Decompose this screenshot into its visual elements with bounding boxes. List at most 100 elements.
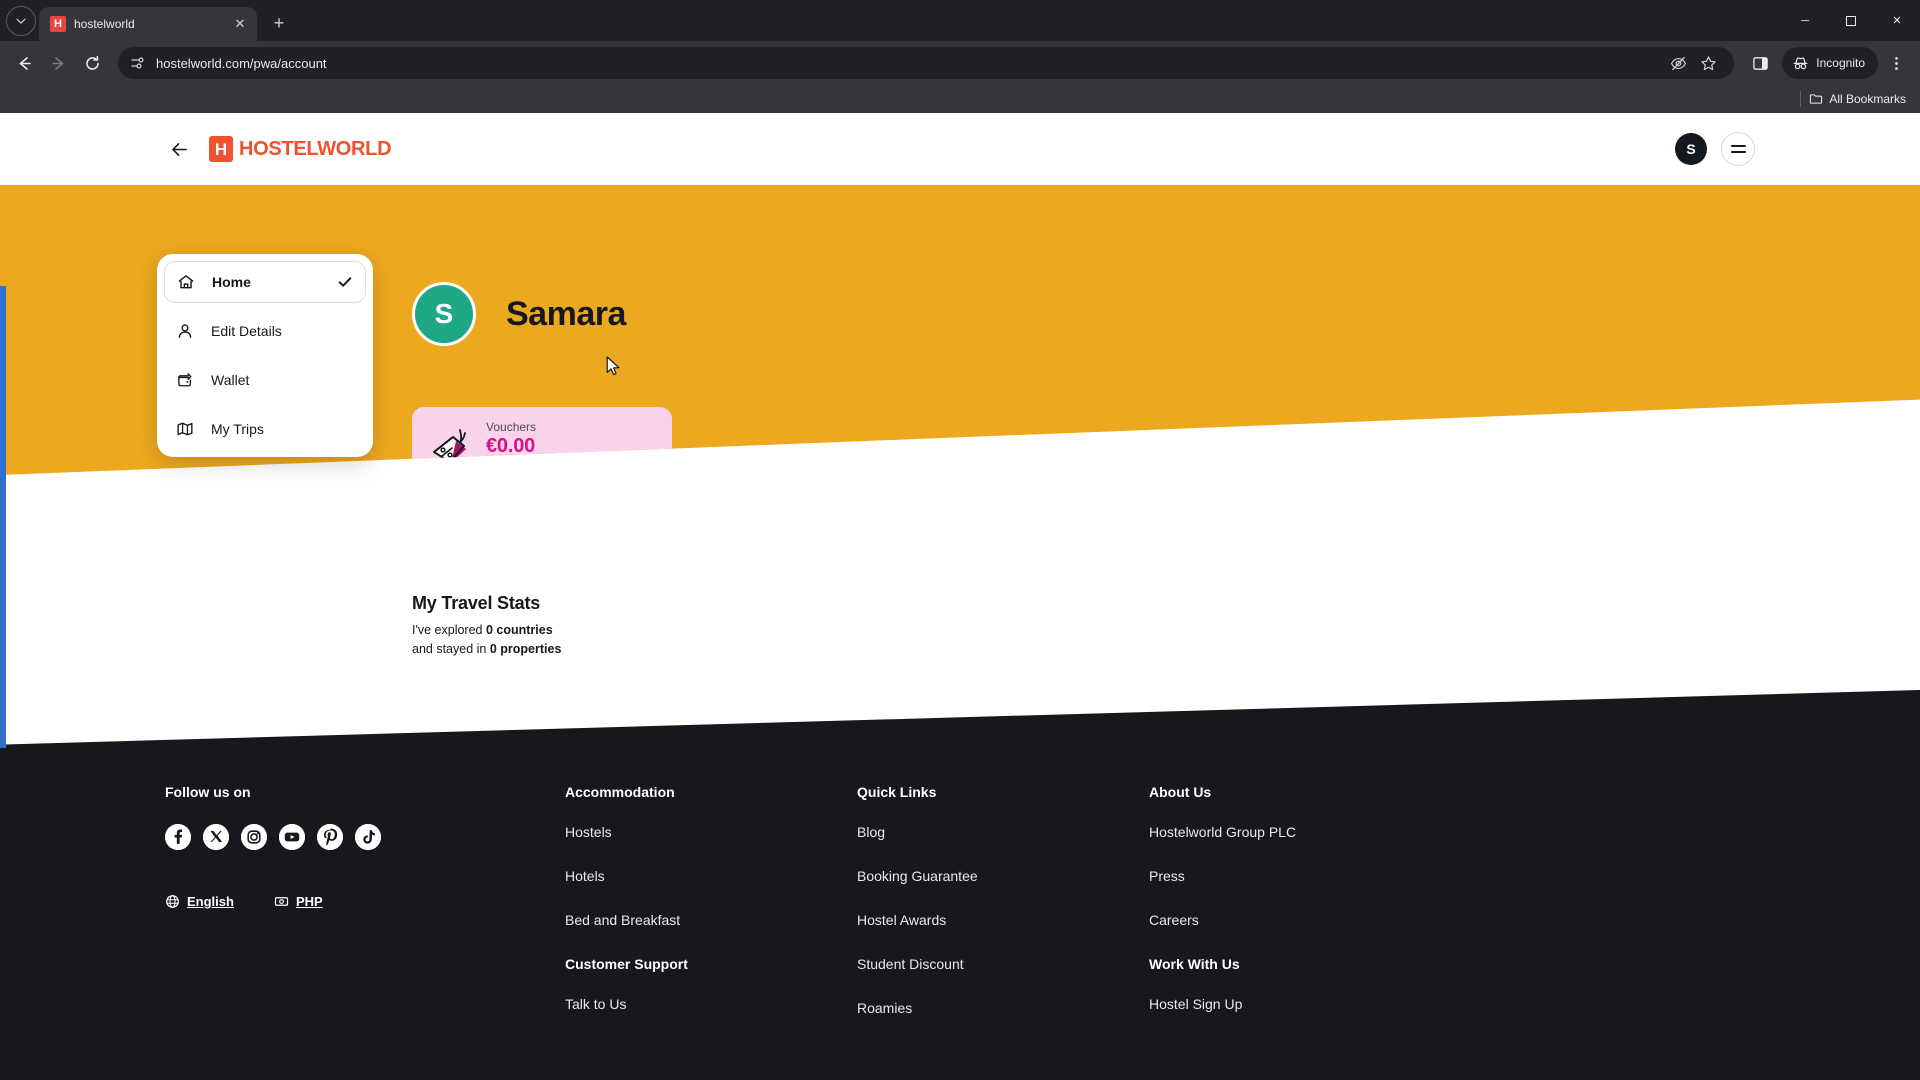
- check-icon: [337, 274, 353, 290]
- tracking-protection-off-icon[interactable]: [1664, 49, 1692, 77]
- footer-link[interactable]: Hostels: [565, 824, 857, 840]
- logo-mark-icon: H: [209, 136, 233, 162]
- tiktok-icon[interactable]: [355, 824, 381, 850]
- reload-button[interactable]: [76, 47, 108, 79]
- stats-properties-value: 0 properties: [489, 642, 562, 657]
- language-selector[interactable]: English: [165, 894, 234, 909]
- profile-avatar: S: [412, 282, 476, 346]
- voucher-sublabel: Balance: [486, 458, 530, 473]
- menu-spacer: [164, 303, 366, 310]
- pinterest-icon[interactable]: [317, 824, 343, 850]
- footer-heading: About Us: [1149, 784, 1212, 800]
- travel-stats-section: My Travel Stats I've explored 0 countrie…: [412, 593, 561, 660]
- logo-wordmark: HOSTELWORLD: [239, 137, 392, 160]
- incognito-indicator[interactable]: Incognito: [1782, 47, 1878, 79]
- footer-link[interactable]: Hostelworld Group PLC: [1149, 824, 1755, 840]
- page-scroll-rail[interactable]: [0, 286, 6, 748]
- new-tab-button[interactable]: +: [265, 9, 293, 37]
- footer-social-column: Follow us on English PHP: [165, 784, 565, 1044]
- footer-link[interactable]: Student Discount: [857, 956, 1149, 972]
- voucher-texts: Vouchers €0.00 Balance: [486, 420, 536, 473]
- tab-strip: H hostelworld ✕ + ─ ✕: [0, 0, 1920, 41]
- menu-item-wallet[interactable]: Wallet: [164, 359, 366, 401]
- side-panel-button[interactable]: [1744, 47, 1776, 79]
- travel-stats-lines: I've explored 0 countries and stayed in …: [412, 621, 561, 660]
- all-bookmarks-label: All Bookmarks: [1829, 92, 1906, 106]
- site-header: H HOSTELWORLD S: [0, 113, 1920, 185]
- kebab-menu-icon: [1894, 56, 1898, 70]
- site-footer: Follow us on English PHP Accommodation H…: [0, 690, 1920, 1080]
- footer-link[interactable]: Hostel Awards: [857, 912, 1149, 928]
- footer-link[interactable]: Roamies: [857, 1000, 1149, 1016]
- url-text: hostelworld.com/pwa/account: [156, 55, 327, 71]
- currency-selector[interactable]: PHP: [274, 894, 323, 909]
- menu-spacer: [164, 352, 366, 359]
- close-window-button[interactable]: ✕: [1874, 0, 1920, 41]
- footer-link[interactable]: Talk to Us: [565, 996, 857, 1012]
- window-controls: ─ ✕: [1782, 0, 1920, 41]
- footer-link[interactable]: Booking Guarantee: [857, 868, 1149, 884]
- footer-link[interactable]: Blog: [857, 824, 1149, 840]
- mouse-cursor: [606, 356, 622, 383]
- menu-item-label: My Trips: [211, 421, 264, 437]
- bookmark-star-icon[interactable]: [1694, 49, 1722, 77]
- forward-button[interactable]: [42, 47, 74, 79]
- side-panel-icon: [1753, 56, 1768, 70]
- browser-window: H hostelworld ✕ + ─ ✕ hostelworld.com/pw…: [0, 0, 1920, 1080]
- footer-column-about-us: About Us Hostelworld Group PLC Press Car…: [1149, 784, 1755, 1044]
- footer-link[interactable]: Bed and Breakfast: [565, 912, 857, 928]
- stats-line2-prefix: and stayed in: [412, 642, 490, 657]
- money-icon: [274, 897, 289, 906]
- footer-subheading: Work With Us: [1149, 956, 1240, 972]
- minimize-button[interactable]: ─: [1782, 0, 1828, 41]
- facebook-icon[interactable]: [165, 824, 191, 850]
- site-settings-icon[interactable]: [130, 55, 146, 71]
- hamburger-icon-line: [1730, 151, 1746, 153]
- youtube-icon[interactable]: [279, 824, 305, 850]
- page-back-button[interactable]: [165, 135, 193, 163]
- address-bar[interactable]: hostelworld.com/pwa/account: [118, 47, 1735, 79]
- incognito-label: Incognito: [1816, 56, 1865, 70]
- account-menu-panel: Home Edit Details Wallet My Trips: [157, 254, 373, 457]
- bookmarks-bar: All Bookmarks: [0, 85, 1920, 113]
- tab-search-button[interactable]: [6, 6, 36, 36]
- home-icon: [177, 273, 195, 291]
- social-links: [165, 824, 565, 850]
- hamburger-icon-line: [1730, 145, 1746, 147]
- page-title: Samara: [506, 294, 626, 333]
- menu-item-label: Wallet: [211, 372, 250, 388]
- footer-link[interactable]: Press: [1149, 868, 1755, 884]
- menu-item-edit-details[interactable]: Edit Details: [164, 310, 366, 352]
- avatar[interactable]: S: [1675, 133, 1707, 165]
- all-bookmarks-button[interactable]: All Bookmarks: [1809, 92, 1906, 106]
- tab-favicon: H: [50, 16, 66, 32]
- footer-column-accommodation: Accommodation Hostels Hotels Bed and Bre…: [565, 784, 857, 1044]
- maximize-button[interactable]: [1828, 0, 1874, 41]
- profile-row: S Samara: [412, 282, 626, 346]
- footer-heading: Quick Links: [857, 784, 937, 800]
- browser-tab[interactable]: H hostelworld ✕: [39, 7, 257, 41]
- bookmarks-divider: [1800, 91, 1802, 107]
- arrow-right-icon: [51, 56, 63, 70]
- back-button[interactable]: [8, 47, 40, 79]
- footer-heading: Accommodation: [565, 784, 675, 800]
- footer-link[interactable]: Hotels: [565, 868, 857, 884]
- footer-column-quick-links: Quick Links Blog Booking Guarantee Hoste…: [857, 784, 1149, 1044]
- tab-close-icon[interactable]: ✕: [231, 15, 249, 33]
- hamburger-menu-button[interactable]: [1721, 132, 1755, 166]
- browser-menu-button[interactable]: [1880, 47, 1912, 79]
- menu-item-my-trips[interactable]: My Trips: [164, 408, 366, 450]
- instagram-icon[interactable]: [241, 824, 267, 850]
- hostelworld-logo[interactable]: H HOSTELWORLD: [209, 136, 392, 162]
- arrow-left-icon: [171, 142, 187, 156]
- footer-link[interactable]: Hostel Sign Up: [1149, 996, 1755, 1012]
- tab-title: hostelworld: [74, 17, 135, 31]
- vouchers-card[interactable]: Vouchers €0.00 Balance: [412, 407, 672, 475]
- folder-icon: [1810, 94, 1823, 104]
- menu-item-home[interactable]: Home: [164, 261, 366, 303]
- x-twitter-icon[interactable]: [203, 824, 229, 850]
- footer-link[interactable]: Careers: [1149, 912, 1755, 928]
- page-viewport: H HOSTELWORLD S S Samara Vouchers €0.00 …: [0, 113, 1920, 1080]
- currency-label: PHP: [295, 894, 323, 909]
- footer-grid: Follow us on English PHP Accommodation H…: [165, 690, 1755, 1044]
